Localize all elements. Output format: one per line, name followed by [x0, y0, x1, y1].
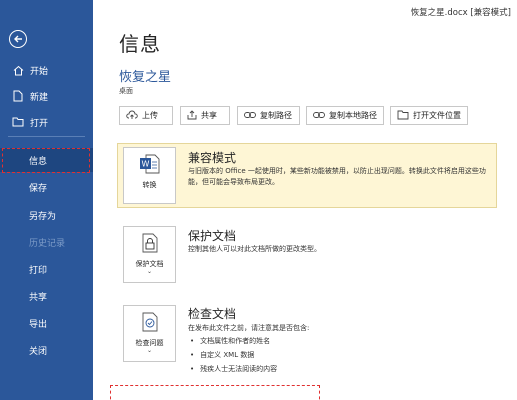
share-icon	[187, 109, 201, 122]
link-icon	[313, 111, 329, 121]
share-button[interactable]: 共享	[180, 106, 230, 125]
upload-button[interactable]: 上传	[119, 106, 173, 125]
folder-open-icon	[12, 116, 24, 128]
svg-text:W: W	[141, 160, 149, 169]
backstage-sidebar: 开始 新建 打开 信息 保存 另存为 历史记录 打印 共享 导出 关闭	[0, 0, 93, 400]
compat-title: 兼容模式	[188, 151, 237, 165]
chevron-down-icon: ⌄	[146, 268, 153, 275]
chevron-down-icon: ⌄	[146, 347, 153, 354]
nav-divider	[8, 136, 85, 137]
nav-share-label: 共享	[29, 292, 48, 303]
check-for-issues-button[interactable]: 检查问题 ⌄	[123, 305, 176, 362]
nav-close[interactable]: 关闭	[0, 338, 93, 362]
upload-icon	[126, 110, 142, 122]
protect-document-button[interactable]: 保护文档 ⌄	[123, 226, 176, 283]
nav-open-label: 打开	[30, 118, 49, 129]
document-name: 恢复之星	[119, 70, 172, 85]
lock-icon	[141, 233, 159, 257]
nav-home[interactable]: 开始	[0, 58, 93, 82]
page-title: 信息	[119, 32, 161, 56]
nav-home-label: 开始	[30, 66, 49, 77]
nav-close-label: 关闭	[29, 346, 48, 357]
new-document-icon	[12, 90, 24, 102]
open-file-location-button[interactable]: 打开文件位置	[390, 106, 468, 125]
inspect-bullet: 残疾人士无法阅读的内容	[190, 364, 277, 374]
share-label: 共享	[201, 111, 217, 120]
upload-label: 上传	[142, 111, 158, 120]
nav-share[interactable]: 共享	[0, 284, 93, 308]
inspect-document-icon	[141, 312, 159, 336]
nav-open[interactable]: 打开	[0, 110, 93, 134]
link-icon	[244, 111, 260, 121]
protect-title: 保护文档	[188, 229, 237, 243]
nav-print-label: 打印	[29, 265, 48, 276]
word-document-icon: W	[139, 154, 161, 178]
home-icon	[12, 64, 24, 76]
open-file-location-label: 打开文件位置	[413, 111, 461, 120]
highlight-frame-bottom	[110, 385, 320, 400]
highlight-frame-info	[2, 148, 90, 173]
convert-button[interactable]: W 转换	[123, 147, 176, 204]
nav-export-label: 导出	[29, 319, 48, 330]
nav-history-label: 历史记录	[29, 238, 66, 249]
protect-description: 控制其他人可以对此文档所做的更改类型。	[188, 245, 321, 253]
nav-save[interactable]: 保存	[0, 175, 93, 199]
folder-icon	[397, 110, 413, 122]
inspect-bullet: 文档属性和作者的姓名	[190, 336, 270, 346]
back-arrow-icon[interactable]	[9, 30, 27, 48]
compat-description: 与旧版本的 Office 一起使用时，某些新功能被禁用，以防止出现问题。转换此文…	[188, 167, 486, 186]
document-location: 桌面	[119, 87, 133, 95]
inspect-bullet: 自定义 XML 数据	[190, 350, 254, 360]
nav-print[interactable]: 打印	[0, 257, 93, 281]
nav-new[interactable]: 新建	[0, 84, 93, 108]
copy-path-label: 复制路径	[260, 111, 292, 120]
nav-save-label: 保存	[29, 183, 48, 194]
nav-save-as[interactable]: 另存为	[0, 203, 93, 227]
nav-export[interactable]: 导出	[0, 311, 93, 335]
document-title: 恢复之星.docx [兼容模式]	[410, 8, 511, 18]
copy-local-path-button[interactable]: 复制本地路径	[306, 106, 384, 125]
nav-save-as-label: 另存为	[29, 211, 57, 222]
inspect-title: 检查文档	[188, 307, 237, 321]
copy-path-button[interactable]: 复制路径	[237, 106, 300, 125]
nav-new-label: 新建	[30, 92, 49, 103]
convert-button-label: 转换	[142, 181, 157, 189]
inspect-description: 在发布此文件之前，请注意其是否包含:	[188, 324, 310, 332]
copy-local-path-label: 复制本地路径	[329, 111, 377, 120]
nav-history: 历史记录	[0, 230, 93, 254]
